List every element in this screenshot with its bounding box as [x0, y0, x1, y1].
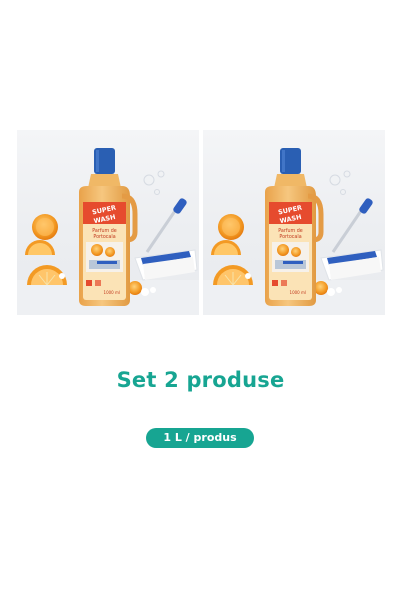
- volume-label: 1000 ml: [104, 290, 120, 295]
- volume-badge: 1 L / produs: [146, 428, 254, 448]
- bubble-icon: [329, 170, 351, 195]
- bottle: SUPER WASH Parfum de Portocala 1000 ml: [265, 148, 324, 306]
- mop-icon: [134, 198, 198, 281]
- product-photo-2: SUPER WASH Parfum de Portocala 1000 ml: [203, 130, 385, 315]
- scent-line-1: Parfum de: [92, 228, 117, 234]
- mop-icon: [320, 198, 384, 281]
- bottle: SUPER WASH Parfum de Portocala 1000 ml: [79, 148, 138, 306]
- bubble-icon: [143, 170, 165, 195]
- product-photo-1: SUPER WASH Parfum de Portocala 1000 ml: [17, 130, 199, 315]
- scent-line-2: Portocala: [279, 234, 301, 240]
- volume-label: 1000 ml: [290, 290, 306, 295]
- scent-line-2: Portocala: [93, 234, 115, 240]
- scent-line-1: Parfum de: [278, 228, 303, 234]
- set-title: Set 2 produse: [116, 368, 285, 392]
